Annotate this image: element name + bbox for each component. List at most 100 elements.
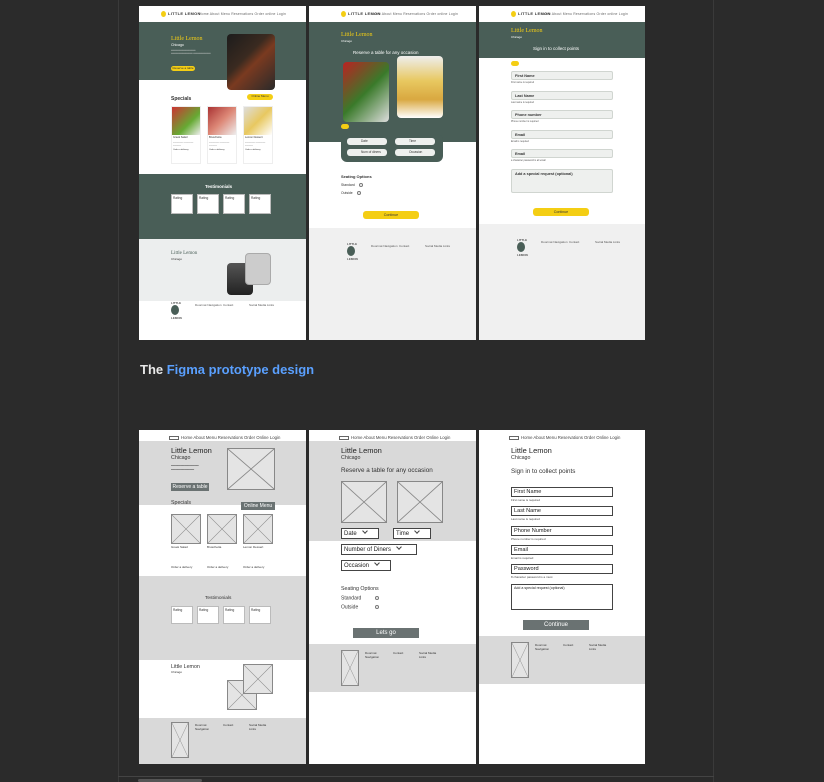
wire-phone-hint: Phone number is required — [511, 537, 546, 541]
testimonial-card: Rating — [249, 194, 271, 214]
wire-brand-title: Little Lemon — [171, 446, 212, 455]
date-selector[interactable]: Date — [347, 138, 387, 145]
wire-lets-go-button[interactable]: Lets go — [353, 628, 419, 638]
special-request-field[interactable]: Add a special request (optional) — [511, 169, 613, 193]
wire-specials-title: Specials — [171, 500, 192, 506]
wire-order-link[interactable]: Order a delivery — [243, 565, 264, 570]
online-menu-button[interactable]: Online Menu — [247, 94, 273, 100]
dish-card-2[interactable]: Bruschetta ━━━━━━━━ ━━━━━━━ ━━━━━━ Order… — [207, 106, 237, 164]
hero-title: Little Lemon — [511, 28, 543, 34]
wire-nav: Home About Menu Reservations Order Onlin… — [479, 430, 645, 447]
wire-footer-col: Contact — [563, 643, 574, 647]
wire-order-link[interactable]: Order a delivery — [171, 565, 192, 570]
wire-reserve-image-2 — [397, 481, 443, 523]
dish-card-1[interactable]: Greek Salad ━━━━━━━━ ━━━━━━━ ━━━━━━ Orde… — [171, 106, 201, 164]
wire-dish-name: Greek Salad — [171, 545, 188, 549]
wire-brand-city: Chicago — [171, 455, 191, 461]
back-arrow-icon[interactable] — [341, 124, 349, 129]
wire-continue-button[interactable]: Continue — [523, 620, 589, 630]
nav-links: Home About Menu Reservations Order onlin… — [371, 12, 459, 16]
wire-testimonial-card: Rating — [249, 606, 271, 624]
testimonials-section: Testimonials Rating Rating Rating Rating — [139, 174, 306, 239]
wire-testimonials-title: Testimonials — [205, 596, 232, 601]
wire-footer-col: Doormat Navigation — [195, 723, 210, 731]
wire-footer-col: Contact — [393, 651, 404, 655]
hero-city: Chicago — [341, 39, 353, 43]
wire-brand-title: Little Lemon — [341, 446, 382, 455]
wire-seating-outside[interactable]: Outside — [341, 605, 380, 610]
wire-occasion-select[interactable]: Occasion — [341, 560, 391, 571]
about-city: Chicago — [171, 257, 183, 261]
diners-selector[interactable]: Num of diners — [347, 149, 387, 156]
order-delivery-link[interactable]: Order a delivery — [244, 148, 272, 152]
wire-order-link[interactable]: Order a delivery — [207, 565, 228, 570]
footer-section: LITTLE LEMON Doormat Navigation Contact S… — [479, 224, 645, 340]
hifi-home-screenshot[interactable]: LITTLE LEMON Home About Menu Reservation… — [139, 6, 306, 340]
footer-col-3: Social Media Links — [249, 303, 275, 307]
wire-signin-screenshot[interactable]: Home About Menu Reservations Order Onlin… — [479, 430, 645, 764]
wire-signin-heading: Sign in to collect points — [511, 468, 576, 475]
hero-city: Chicago — [511, 35, 523, 39]
wire-special-request[interactable]: Add a special request (optional) — [511, 584, 613, 610]
signin-field-hint: Last name is required — [511, 100, 534, 104]
wire-reserve-screenshot[interactable]: Home About Menu Reservations Order Onlin… — [309, 430, 476, 764]
continue-button[interactable]: Continue — [363, 211, 419, 219]
reserve-table-button[interactable]: Reserve a table — [171, 66, 195, 71]
testimonials-title: Testimonials — [205, 184, 233, 189]
wire-reserve-button[interactable]: Reserve a table — [171, 483, 209, 491]
signin-field[interactable]: First Name — [511, 71, 613, 80]
reserve-heading: Reserve a table for any occasion — [353, 50, 419, 55]
wire-time-select[interactable]: Time — [393, 528, 431, 539]
signin-field-hint: Email is required — [511, 139, 529, 143]
wire-dish-name: Bruschetta — [207, 545, 222, 549]
left-gutter — [0, 0, 118, 782]
order-delivery-link[interactable]: Order a delivery — [172, 148, 200, 152]
wire-hero-image — [227, 448, 275, 490]
wire-testimonial-card: Rating — [171, 606, 193, 624]
wire-last-name-field[interactable]: Last Name — [511, 506, 613, 516]
wire-seating-standard[interactable]: Standard — [341, 596, 380, 601]
nav-bar: LITTLE LEMON Home About Menu Reservation… — [309, 6, 476, 22]
wire-home-screenshot[interactable]: Home About Menu Reservations Order Onlin… — [139, 430, 306, 764]
wire-email-field[interactable]: Email — [511, 545, 613, 555]
hifi-signin-screenshot[interactable]: LITTLE LEMON Home About Menu Reservation… — [479, 6, 645, 340]
wire-hero: Little Lemon Chicago ▁▁▁▁▁▁▁▁▁▁▁▁ ▁▁▁▁▁▁… — [139, 441, 306, 505]
wire-footer-col: Social Media Links — [249, 723, 267, 731]
time-selector[interactable]: Time — [395, 138, 435, 145]
caption: The Figma prototype design — [140, 362, 315, 377]
hifi-reserve-screenshot[interactable]: LITTLE LEMON Home About Menu Reservation… — [309, 6, 476, 340]
specials-title: Specials — [171, 96, 192, 102]
footer-logo: LITTLE LEMON — [171, 301, 182, 320]
wire-testimonial-card: Rating — [223, 606, 245, 624]
wire-nav-links: Home About Menu Reservations Order Onlin… — [351, 435, 451, 440]
footer-col-2: Contact — [399, 244, 410, 248]
continue-button[interactable]: Continue — [533, 208, 589, 216]
wire-first-name-hint: First name is required — [511, 498, 541, 502]
wire-first-name-field[interactable]: First Name — [511, 487, 613, 497]
wire-online-menu-button[interactable]: Online Menu — [241, 502, 275, 510]
dish-card-3[interactable]: Lemon Dessert ━━━━━━━━ ━━━━━━━ ━━━━━━ Or… — [243, 106, 273, 164]
signin-field[interactable]: Email — [511, 149, 613, 158]
seating-outside[interactable]: Outside — [341, 191, 361, 196]
wire-about-image-2 — [243, 664, 273, 694]
order-delivery-link[interactable]: Order a delivery — [208, 148, 236, 152]
back-arrow-icon[interactable] — [511, 61, 519, 66]
occasion-selector[interactable]: Occasion — [395, 149, 435, 156]
reservation-form-panel: Date Time Num of diners Occasion — [341, 134, 443, 162]
wire-password-field[interactable]: Password — [511, 564, 613, 574]
wire-dish-name: Lemon Dessert — [243, 545, 264, 549]
signin-field-hint: Phone number is required — [511, 120, 539, 123]
wire-date-select[interactable]: Date — [341, 528, 379, 539]
wire-diners-select[interactable]: Number of Diners — [341, 544, 417, 555]
signin-field[interactable]: Last Name — [511, 90, 613, 100]
testimonial-card: Rating — [197, 194, 219, 214]
hero-title: Little Lemon — [171, 36, 203, 42]
figma-prototype-link[interactable]: Figma prototype design — [167, 362, 314, 377]
signin-field[interactable]: Email — [511, 129, 613, 139]
seating-standard[interactable]: Standard — [341, 183, 363, 188]
wire-phone-field[interactable]: Phone Number — [511, 526, 613, 536]
signin-field[interactable]: Phone number — [511, 110, 613, 119]
about-section: Little Lemon Chicago — [139, 239, 306, 301]
wire-footer-col: Social Media Links — [589, 643, 607, 651]
page: LITTLE LEMON Home About Menu Reservation… — [0, 0, 824, 782]
